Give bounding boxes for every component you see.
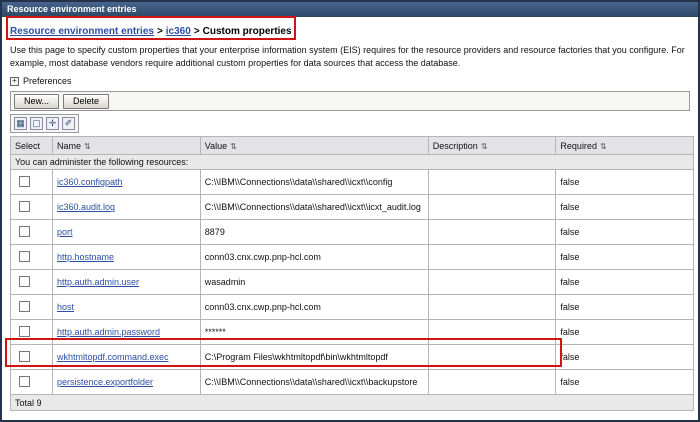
breadcrumb-separator: > — [157, 26, 163, 37]
breadcrumb-link-ic360[interactable]: ic360 — [166, 26, 191, 37]
property-name-link[interactable]: wkhtmltopdf.command.exec — [57, 352, 169, 362]
property-required: false — [556, 220, 694, 245]
property-required: false — [556, 370, 694, 395]
property-value: C:\\IBM\\Connections\\data\\shared\\icxt… — [200, 170, 428, 195]
show-filter-icon[interactable]: ✛ — [46, 117, 59, 130]
row-select-checkbox[interactable] — [19, 301, 30, 312]
header-description-label: Description — [433, 141, 478, 151]
table-row: host conn03.cnx.cwp.pnp-hcl.com false — [11, 295, 694, 320]
header-value[interactable]: Value⇅ — [200, 137, 428, 155]
property-value: C:\Program Files\wkhtmltopdf\bin\wkhtmlt… — [200, 345, 428, 370]
property-required: false — [556, 295, 694, 320]
sort-icon[interactable]: ⇅ — [600, 142, 607, 151]
property-required: false — [556, 270, 694, 295]
property-required: false — [556, 170, 694, 195]
property-value: 8879 — [200, 220, 428, 245]
select-all-icon[interactable]: ▦ — [14, 117, 27, 130]
row-select-checkbox[interactable] — [19, 201, 30, 212]
clear-filter-icon[interactable]: ✐ — [62, 117, 75, 130]
table-caption: You can administer the following resourc… — [11, 155, 694, 170]
property-description — [428, 370, 556, 395]
sort-icon[interactable]: ⇅ — [230, 142, 237, 151]
property-value: C:\\IBM\\Connections\\data\\shared\\icxt… — [200, 195, 428, 220]
console-page: Resource environment entries Resource en… — [0, 0, 700, 422]
button-toolbar: New... Delete — [10, 91, 690, 111]
page-content: Resource environment entries>ic360>Custo… — [2, 17, 698, 411]
property-required: false — [556, 320, 694, 345]
breadcrumb: Resource environment entries>ic360>Custo… — [10, 26, 690, 37]
table-total-row: Total 9 — [11, 395, 694, 411]
property-name-link[interactable]: http.hostname — [57, 252, 114, 262]
table-icon-toolbar: ▦ ▢ ✛ ✐ — [10, 114, 79, 133]
header-name[interactable]: Name⇅ — [52, 137, 200, 155]
property-description — [428, 345, 556, 370]
property-value: conn03.cnx.cwp.pnp-hcl.com — [200, 245, 428, 270]
table-row-wkhtmltopdf: wkhtmltopdf.command.exec C:\Program File… — [11, 345, 694, 370]
total-count: Total 9 — [11, 395, 694, 411]
property-description — [428, 170, 556, 195]
table-row: ic360.configpath C:\\IBM\\Connections\\d… — [11, 170, 694, 195]
property-name-link[interactable]: persistence.exportfolder — [57, 377, 153, 387]
row-select-checkbox[interactable] — [19, 251, 30, 262]
header-description[interactable]: Description⇅ — [428, 137, 556, 155]
property-required: false — [556, 195, 694, 220]
table-caption-row: You can administer the following resourc… — [11, 155, 694, 170]
property-required: false — [556, 245, 694, 270]
header-value-label: Value — [205, 141, 227, 151]
delete-button[interactable]: Delete — [63, 94, 109, 109]
property-description — [428, 320, 556, 345]
sort-icon[interactable]: ⇅ — [481, 142, 488, 151]
property-description — [428, 270, 556, 295]
sort-icon[interactable]: ⇅ — [84, 142, 91, 151]
breadcrumb-separator: > — [194, 26, 200, 37]
row-select-checkbox[interactable] — [19, 226, 30, 237]
table-row: ic360.audit.log C:\\IBM\\Connections\\da… — [11, 195, 694, 220]
table-row: persistence.exportfolder C:\\IBM\\Connec… — [11, 370, 694, 395]
new-button[interactable]: New... — [14, 94, 59, 109]
row-select-checkbox[interactable] — [19, 326, 30, 337]
property-value: wasadmin — [200, 270, 428, 295]
deselect-all-icon[interactable]: ▢ — [30, 117, 43, 130]
table-row: port 8879 false — [11, 220, 694, 245]
property-name-link[interactable]: host — [57, 302, 74, 312]
property-name-link[interactable]: ic360.configpath — [57, 177, 123, 187]
property-description — [428, 195, 556, 220]
preferences-section: + Preferences — [10, 76, 690, 86]
property-description — [428, 220, 556, 245]
custom-properties-table: Select Name⇅ Value⇅ Description⇅ Require… — [10, 136, 694, 411]
preferences-label: Preferences — [23, 76, 72, 86]
property-description — [428, 245, 556, 270]
page-title-bar: Resource environment entries — [2, 2, 698, 17]
property-value: conn03.cnx.cwp.pnp-hcl.com — [200, 295, 428, 320]
table-row: http.hostname conn03.cnx.cwp.pnp-hcl.com… — [11, 245, 694, 270]
row-select-checkbox[interactable] — [19, 351, 30, 362]
expand-icon[interactable]: + — [10, 77, 19, 86]
breadcrumb-link-resource-environment-entries[interactable]: Resource environment entries — [10, 26, 154, 37]
property-value: C:\\IBM\\Connections\\data\\shared\\icxt… — [200, 370, 428, 395]
page-title: Resource environment entries — [7, 4, 137, 14]
table-row: http.auth.admin.password ****** false — [11, 320, 694, 345]
header-required[interactable]: Required⇅ — [556, 137, 694, 155]
property-name-link[interactable]: http.auth.admin.user — [57, 277, 139, 287]
row-select-checkbox[interactable] — [19, 176, 30, 187]
property-required: false — [556, 345, 694, 370]
property-value: ****** — [200, 320, 428, 345]
breadcrumb-current: Custom properties — [203, 26, 292, 37]
table-header-row: Select Name⇅ Value⇅ Description⇅ Require… — [11, 137, 694, 155]
property-name-link[interactable]: port — [57, 227, 73, 237]
table-row: http.auth.admin.user wasadmin false — [11, 270, 694, 295]
header-name-label: Name — [57, 141, 81, 151]
property-description — [428, 295, 556, 320]
header-required-label: Required — [560, 141, 597, 151]
header-select: Select — [11, 137, 53, 155]
property-name-link[interactable]: http.auth.admin.password — [57, 327, 160, 337]
page-description: Use this page to specify custom properti… — [10, 44, 690, 69]
header-select-label: Select — [15, 141, 40, 151]
property-name-link[interactable]: ic360.audit.log — [57, 202, 115, 212]
row-select-checkbox[interactable] — [19, 276, 30, 287]
row-select-checkbox[interactable] — [19, 376, 30, 387]
